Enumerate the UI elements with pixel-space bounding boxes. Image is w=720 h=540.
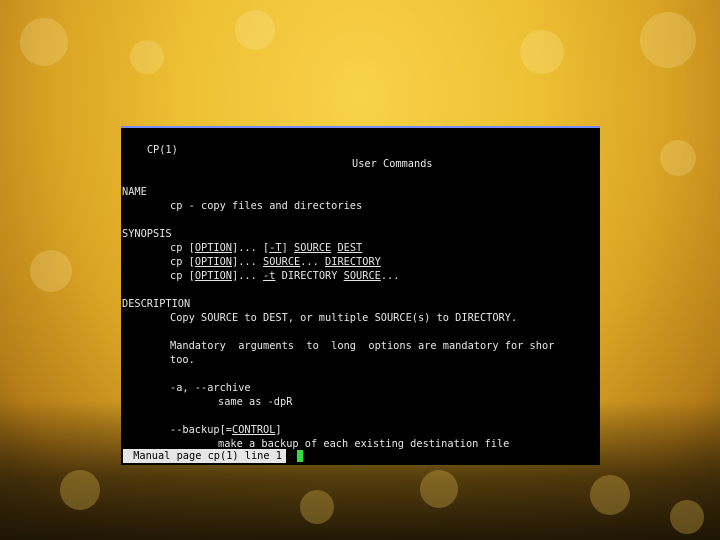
synopsis-cmd: cp — [170, 242, 183, 254]
synopsis-flag: -t — [263, 270, 276, 282]
header-center: User Commands — [352, 157, 433, 170]
synopsis-arg: DIRECTORY — [325, 256, 381, 268]
option-backup-flag: --backup — [170, 424, 220, 436]
synopsis-text: ... — [300, 256, 319, 268]
synopsis-arg: OPTION — [194, 256, 233, 268]
synopsis-text: ... — [380, 270, 400, 282]
description-line: too. — [170, 354, 195, 366]
terminal-window[interactable]: CP(1) User Commands NAME cp - copy files… — [121, 126, 600, 465]
flower-decoration — [130, 40, 164, 74]
option-archive-desc: same as -dpR — [218, 396, 293, 408]
option-backup-text: ] — [275, 424, 282, 436]
synopsis-arg: OPTION — [194, 242, 233, 254]
synopsis-arg: DEST — [337, 242, 363, 254]
synopsis-arg: SOURCE — [294, 242, 332, 254]
synopsis-line: cp [OPTION]... -t DIRECTORY SOURCE... — [170, 270, 399, 284]
header-left: CP(1) — [146, 143, 178, 156]
option-archive: -a, --archive — [170, 382, 251, 394]
name-description: cp - copy files and directories — [170, 200, 363, 212]
flower-decoration — [420, 470, 458, 508]
synopsis-line: cp [OPTION]... [-T] SOURCE DEST — [170, 242, 362, 256]
flower-decoration — [520, 30, 564, 74]
section-description-title: DESCRIPTION — [122, 298, 191, 310]
flower-decoration — [660, 140, 696, 176]
synopsis-line: cp [OPTION]... SOURCE... DIRECTORY — [170, 256, 381, 270]
synopsis-text: ]... — [232, 256, 257, 268]
synopsis-arg: SOURCE — [343, 270, 381, 282]
pager-status: Manual page cp(1) line 1 — [123, 449, 286, 463]
synopsis-text: ]... — [232, 270, 257, 282]
flower-decoration — [670, 500, 704, 534]
flower-decoration — [30, 250, 72, 292]
option-backup: --backup[=CONTROL] — [170, 424, 282, 438]
description-line: Mandatory arguments to long options are … — [170, 340, 555, 352]
pager-status-text: Manual page cp(1) line 1 — [127, 450, 282, 462]
description-line: Copy SOURCE to DEST, or multiple SOURCE(… — [170, 312, 518, 324]
synopsis-arg: DIRECTORY — [281, 270, 338, 282]
pager-status-bar: Manual page cp(1) line 1 — [121, 449, 600, 463]
flower-decoration — [300, 490, 334, 524]
flower-decoration — [60, 470, 100, 510]
flower-decoration — [640, 12, 696, 68]
synopsis-flag: -T — [269, 242, 282, 254]
synopsis-arg: OPTION — [194, 270, 233, 282]
synopsis-text: ] — [281, 242, 288, 254]
flower-decoration — [590, 475, 630, 515]
section-synopsis-title: SYNOPSIS — [122, 228, 172, 240]
flower-decoration — [20, 18, 68, 66]
synopsis-arg: SOURCE — [263, 256, 301, 268]
option-backup-arg: CONTROL — [232, 424, 276, 436]
flower-decoration — [235, 10, 275, 50]
man-header: CP(1) User Commands — [122, 130, 433, 170]
option-backup-text: [= — [219, 424, 233, 436]
section-name-title: NAME — [122, 186, 147, 198]
synopsis-cmd: cp — [170, 256, 183, 268]
synopsis-text: ]... — [232, 242, 257, 254]
synopsis-cmd: cp — [170, 270, 183, 282]
terminal-cursor — [297, 450, 303, 462]
